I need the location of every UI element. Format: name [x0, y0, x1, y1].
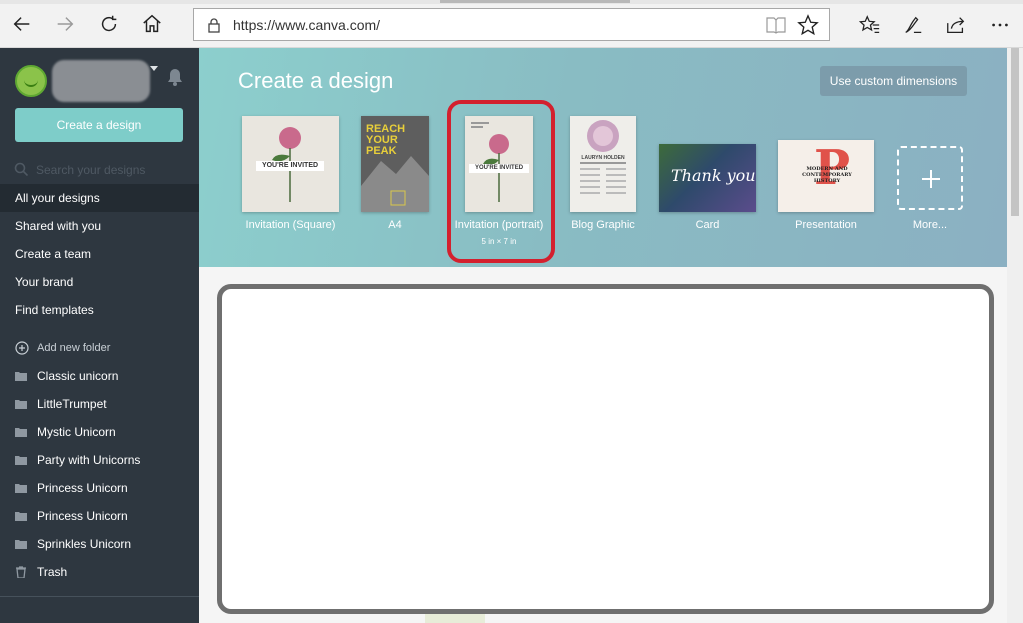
template-thumbnail: REACH YOUR PEAK	[361, 116, 429, 212]
thumb-text: MODERN AND CONTEMPORARY HISTORY	[802, 166, 852, 184]
sidebar-item-create-team[interactable]: Create a team	[0, 240, 199, 268]
page-title: Create a design	[238, 68, 394, 93]
sidebar-item-all-designs[interactable]: All your designs	[0, 184, 200, 212]
sidebar-item-find-templates[interactable]: Find templates	[0, 296, 199, 324]
folder-icon	[15, 428, 27, 437]
thumb-text: YOU'RE INVITED	[261, 162, 319, 169]
template-thumbnail: P MODERN AND CONTEMPORARY HISTORY	[778, 140, 874, 212]
url-text[interactable]: https://www.canva.com/	[233, 17, 380, 33]
add-folder-label: Add new folder	[37, 342, 111, 354]
browser-toolbar: https://www.canva.com/	[0, 0, 1023, 48]
template-thumbnail: LAURYN HOLDEN	[570, 116, 636, 212]
avatar[interactable]	[15, 65, 47, 97]
folder-label: Party with Unicorns	[37, 453, 141, 467]
folder-label: Classic unicorn	[37, 369, 119, 383]
template-thumbnail: Thank you	[659, 144, 756, 212]
sidebar-item-your-brand[interactable]: Your brand	[0, 268, 199, 296]
thumb-text: Thank you	[671, 166, 756, 185]
share-icon[interactable]	[943, 12, 969, 38]
folder-icon	[15, 372, 27, 381]
main-content: Create a design Use custom dimensions YO…	[199, 48, 1023, 623]
search-icon	[14, 162, 28, 176]
scrollbar[interactable]	[1007, 48, 1023, 623]
thumb-text: REACH YOUR PEAK	[366, 123, 406, 157]
folder-icon	[15, 456, 27, 465]
folder-item[interactable]: Sprinkles Unicorn	[0, 530, 199, 558]
forward-arrow-icon[interactable]	[51, 10, 79, 38]
folder-icon	[15, 484, 27, 493]
tab-strip-edge	[0, 0, 1023, 4]
folder-label: Sprinkles Unicorn	[37, 537, 132, 551]
folder-item[interactable]: Classic unicorn	[0, 362, 199, 390]
folder-icon	[15, 400, 27, 409]
sidebar-item-shared[interactable]: Shared with you	[0, 212, 199, 240]
ellipsis-icon[interactable]	[987, 12, 1013, 38]
template-thumbnail: YOU'RE INVITED	[242, 116, 339, 212]
scrollbar-thumb[interactable]	[1011, 48, 1019, 216]
folder-icon	[15, 540, 27, 549]
home-icon[interactable]	[138, 10, 166, 38]
design-thumbnail-peek	[425, 614, 485, 623]
pen-icon[interactable]	[900, 12, 926, 38]
reading-view-icon[interactable]	[766, 16, 786, 34]
template-label: A4	[388, 219, 402, 231]
custom-dimensions-button[interactable]: Use custom dimensions	[820, 66, 967, 96]
trash-label: Trash	[37, 565, 68, 579]
sidebar: Create a design Search your designs All …	[0, 48, 211, 623]
more-templates-label[interactable]: More...	[897, 219, 963, 231]
favorites-hub-icon[interactable]	[857, 12, 883, 38]
divider	[0, 596, 199, 597]
lock-icon	[208, 18, 220, 33]
folder-label: Princess Unicorn	[37, 481, 128, 495]
template-label: Card	[695, 219, 720, 231]
username-redacted[interactable]	[52, 60, 150, 102]
folder-item[interactable]: Princess Unicorn	[0, 502, 199, 530]
back-arrow-icon[interactable]	[8, 10, 36, 38]
folder-item[interactable]: Mystic Unicorn	[0, 418, 199, 446]
trash-icon	[16, 566, 26, 578]
search-input[interactable]: Search your designs	[36, 163, 145, 177]
more-templates-button[interactable]	[897, 146, 963, 210]
folder-label: LittleTrumpet	[37, 397, 107, 411]
add-folder-button[interactable]: Add new folder	[0, 334, 199, 362]
folder-item[interactable]: Princess Unicorn	[0, 474, 199, 502]
folder-label: Mystic Unicorn	[37, 425, 116, 439]
search-designs[interactable]: Search your designs	[14, 159, 184, 181]
chevron-down-icon[interactable]	[150, 66, 158, 71]
designs-panel	[217, 284, 994, 614]
template-label: Blog Graphic	[571, 219, 635, 231]
folder-icon	[15, 512, 27, 521]
address-bar[interactable]: https://www.canva.com/	[193, 8, 830, 41]
plus-circle-icon	[15, 341, 29, 355]
create-design-banner: Create a design Use custom dimensions YO…	[199, 48, 1007, 267]
highlight-annotation	[447, 100, 555, 263]
create-design-button[interactable]: Create a design	[15, 108, 183, 142]
folder-item[interactable]: Party with Unicorns	[0, 446, 199, 474]
folder-label: Princess Unicorn	[37, 509, 128, 523]
bell-icon[interactable]	[165, 67, 185, 87]
folder-item[interactable]: LittleTrumpet	[0, 390, 199, 418]
refresh-icon[interactable]	[95, 10, 123, 38]
template-label: Presentation	[795, 219, 857, 231]
thumb-text: LAURYN HOLDEN	[581, 155, 625, 161]
trash-item[interactable]: Trash	[0, 558, 199, 586]
template-label: Invitation (Square)	[245, 219, 336, 231]
star-icon[interactable]	[797, 14, 819, 36]
